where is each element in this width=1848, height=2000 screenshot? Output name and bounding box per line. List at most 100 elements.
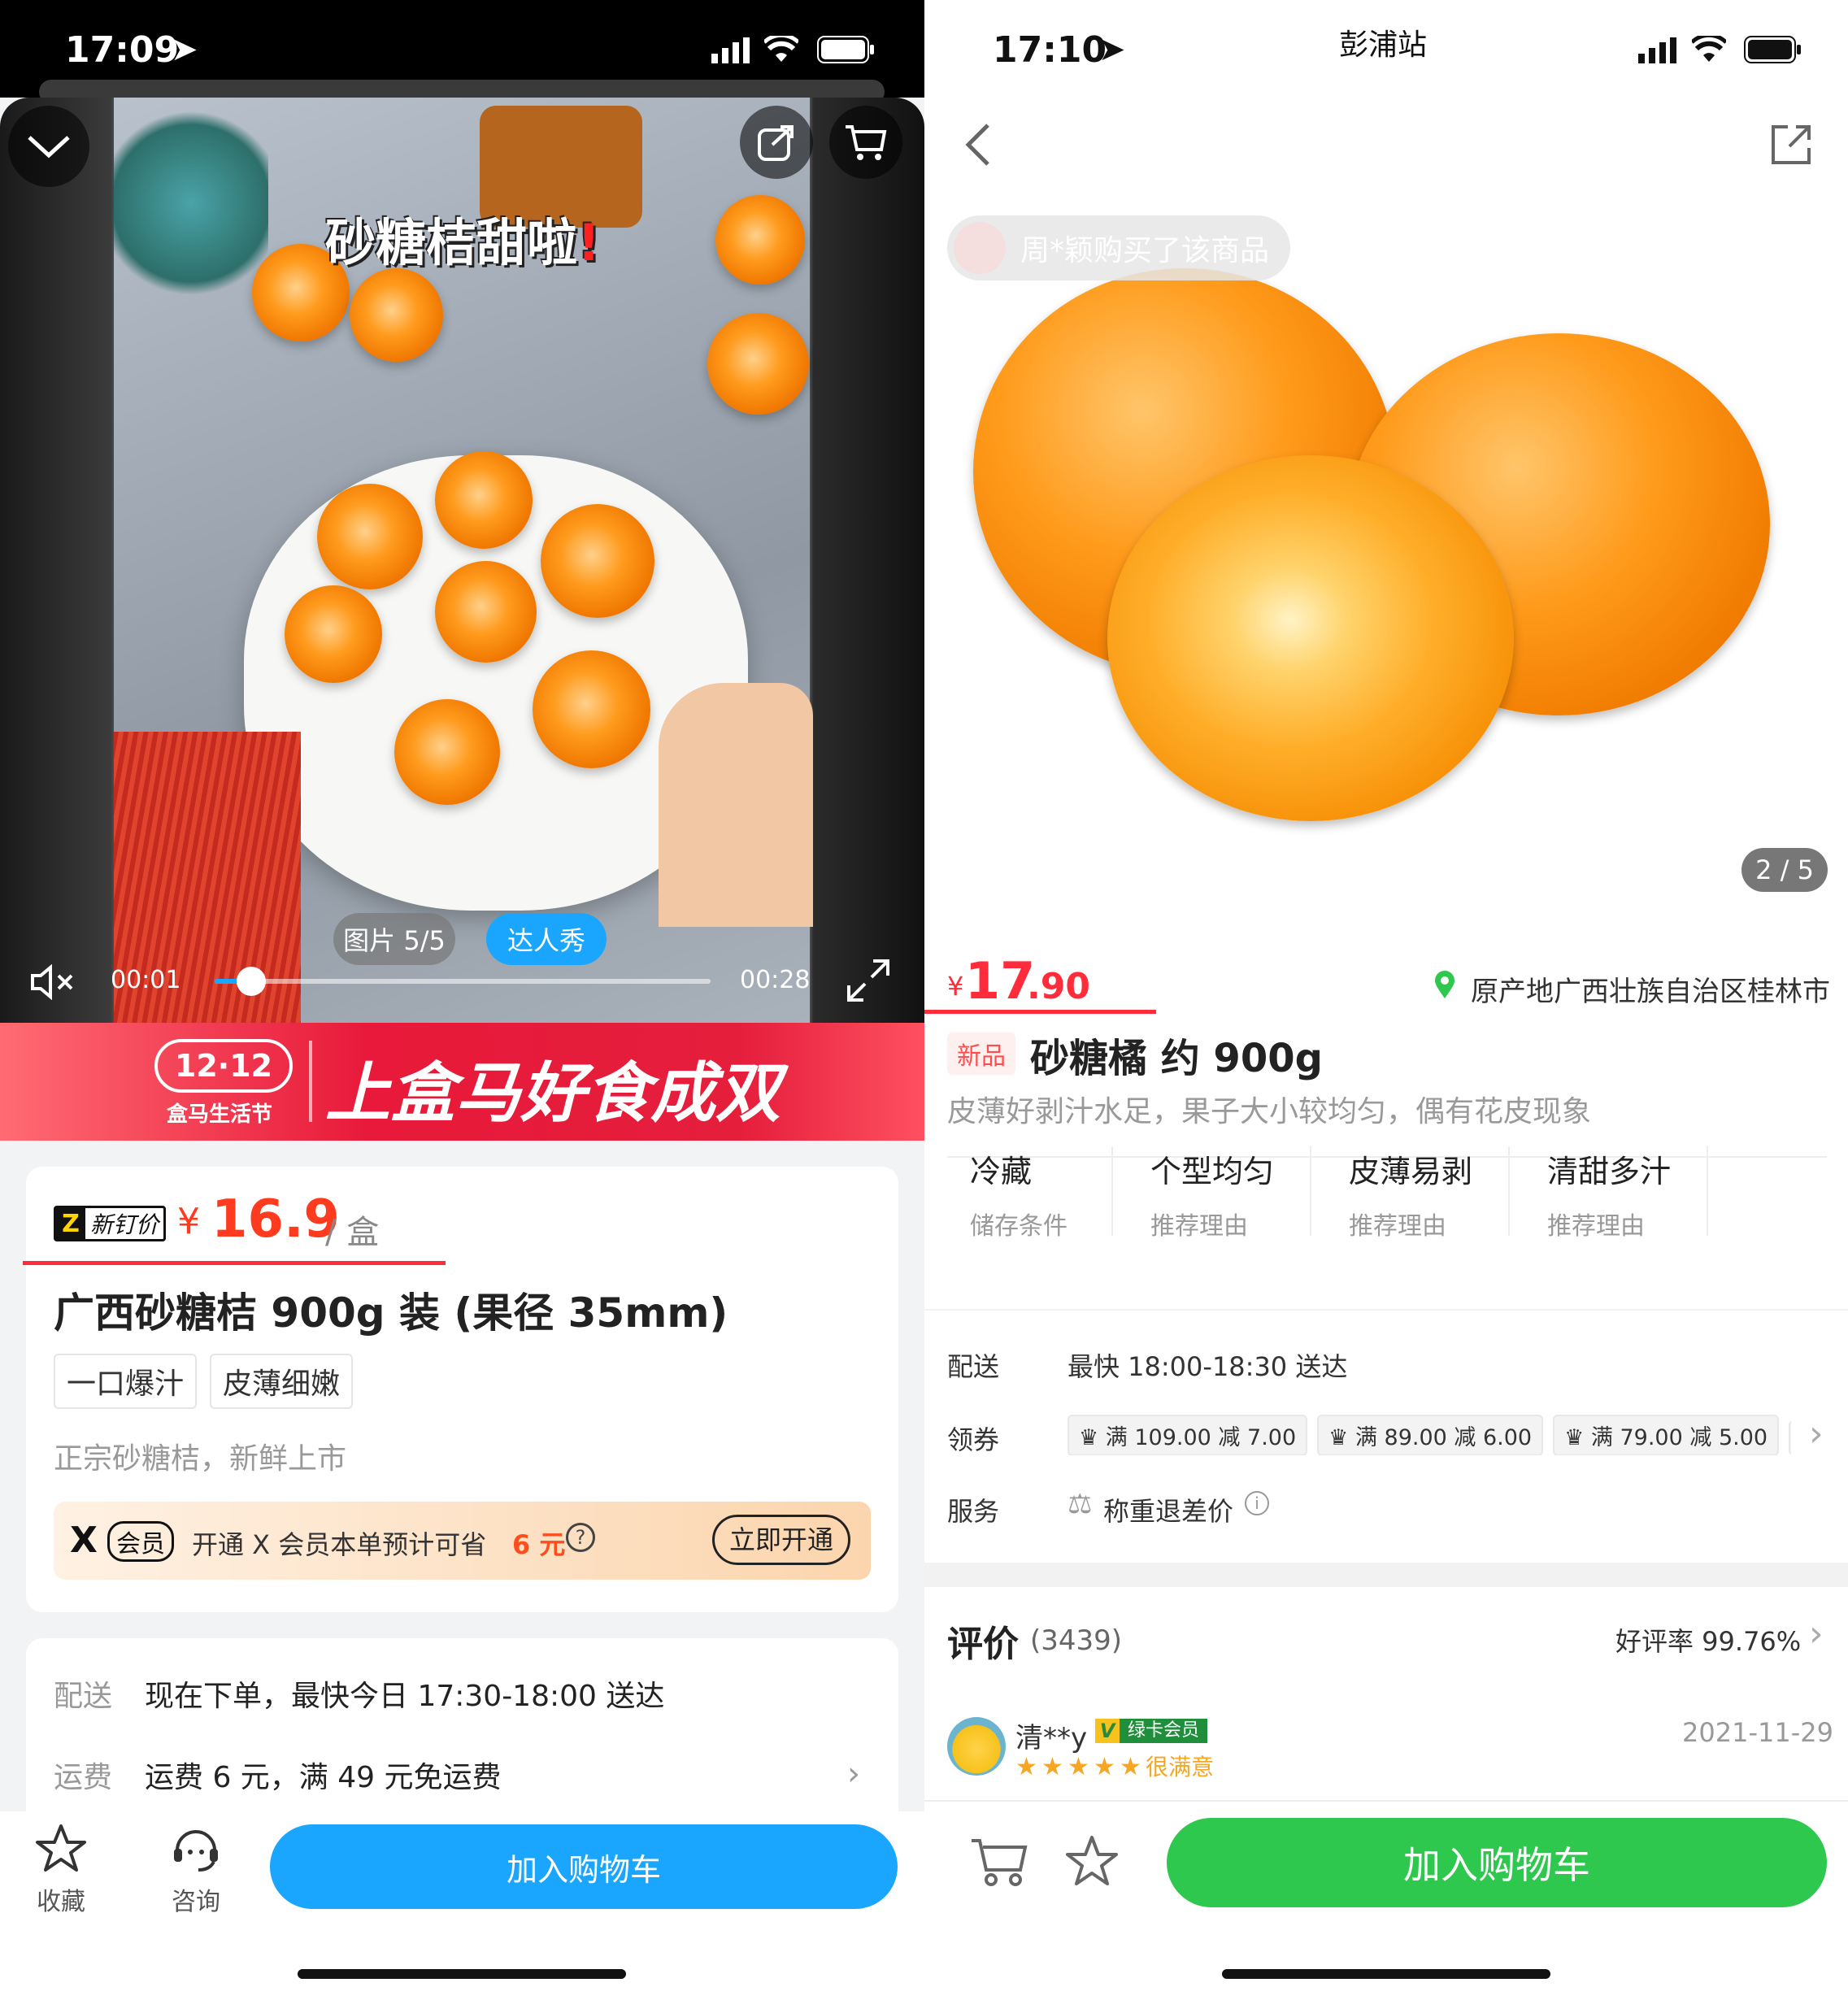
star-outline-icon bbox=[36, 1824, 86, 1872]
wifi-icon bbox=[1690, 33, 1728, 67]
reviews-card: 评价 (3439) 好评率 99.76% › 清**y V 绿卡会员 ★ ★ ★… bbox=[924, 1587, 1848, 1807]
favorite-label: 收藏 bbox=[37, 1888, 85, 1916]
cart-button[interactable] bbox=[829, 106, 902, 179]
good-rate[interactable]: 好评率 99.76% bbox=[1615, 1621, 1801, 1659]
back-icon[interactable] bbox=[963, 122, 993, 171]
price-int: 17 bbox=[965, 951, 1036, 1011]
right-screenshot: 17:10 ➤ 彭浦站 周*颖购买了该商品 2 / 5 ¥ 17 .90 原产地… bbox=[924, 0, 1848, 2000]
new-tag: 新品 bbox=[947, 1033, 1015, 1075]
video-overlay-title: 砂糖桔甜啦! bbox=[325, 213, 601, 272]
cart-icon[interactable] bbox=[970, 1834, 1028, 1891]
product-subtitle: 皮薄好剥汁水足，果子大小较均匀，偶有花皮现象 bbox=[947, 1095, 1592, 1128]
delivery-label: 配送 bbox=[54, 1680, 113, 1713]
star-icon: ★ bbox=[1041, 1753, 1063, 1781]
location-icon: ➤ bbox=[1098, 31, 1126, 68]
currency: ¥ bbox=[177, 1201, 200, 1242]
video-time-current: 00:01 bbox=[111, 966, 181, 994]
store-name[interactable]: 彭浦站 bbox=[1339, 21, 1427, 63]
wifi-icon bbox=[763, 33, 800, 67]
member-promo[interactable]: X 会员 开通 X 会员本单预计可省 6 元 ? 立即开通 bbox=[54, 1502, 871, 1580]
chevron-right-icon[interactable]: › bbox=[1809, 1613, 1824, 1654]
coupon[interactable]: ♛ bbox=[1789, 1420, 1791, 1455]
status-bar: 17:09 ➤ bbox=[0, 0, 924, 104]
video-time-total: 00:28 bbox=[740, 966, 811, 994]
chevron-right-icon[interactable]: › bbox=[1809, 1413, 1824, 1454]
delivery-label: 配送 bbox=[947, 1351, 1000, 1382]
fee-value[interactable]: 运费 6 元，满 49 元免运费 bbox=[145, 1754, 502, 1796]
product-subtitle: 正宗砂糖桔，新鲜上市 bbox=[54, 1442, 347, 1476]
add-to-cart-button[interactable]: 加入购物车 bbox=[270, 1824, 898, 1909]
coupon-list[interactable]: ♛ 满 109.00 减 7.00 ♛ 满 89.00 减 6.00 ♛ 满 79.… bbox=[1067, 1415, 1791, 1455]
chevron-right-icon[interactable]: › bbox=[847, 1755, 860, 1793]
help-icon[interactable]: ? bbox=[566, 1523, 595, 1552]
star-icon: ★ bbox=[1067, 1753, 1089, 1781]
favorite-button[interactable]: 收藏 bbox=[33, 1823, 89, 1917]
service-card: 配送 最快 18:00-18:30 送达 领券 ♛ 满 109.00 减 7.0… bbox=[924, 1311, 1848, 1563]
location-pin-icon bbox=[1433, 971, 1456, 1003]
festival-badge: 12·12 bbox=[154, 1039, 293, 1093]
signal-icon bbox=[711, 37, 750, 67]
coupon[interactable]: ♛ 满 89.00 减 6.00 bbox=[1317, 1415, 1544, 1455]
status-time: 17:10 bbox=[993, 29, 1107, 71]
info-icon[interactable]: i bbox=[1245, 1491, 1269, 1515]
reviews-count: (3439) bbox=[1030, 1624, 1123, 1657]
product-title: 广西砂糖桔 900g 装 (果径 35mm) bbox=[54, 1289, 728, 1337]
share-button[interactable] bbox=[740, 106, 813, 179]
member-save: 6 元 bbox=[512, 1529, 566, 1560]
delivery-value: 现在下单，最快今日 17:30-18:00 送达 bbox=[145, 1680, 665, 1713]
coupon[interactable]: ♛ 满 109.00 减 7.00 bbox=[1067, 1415, 1308, 1455]
product-title: 砂糖橘 约 900g bbox=[1030, 1036, 1323, 1081]
buyer-avatar bbox=[954, 222, 1006, 274]
avatar bbox=[947, 1717, 1006, 1776]
collapse-button[interactable] bbox=[8, 106, 89, 187]
festival-slogan: 上盒马好食成双 bbox=[325, 1055, 781, 1131]
scale-icon: ⚖ bbox=[1067, 1488, 1093, 1520]
delivery-value: 最快 18:00-18:30 送达 bbox=[1067, 1351, 1348, 1382]
consult-label: 咨询 bbox=[172, 1888, 220, 1916]
video-progress-track[interactable] bbox=[215, 979, 711, 984]
fullscreen-icon[interactable] bbox=[846, 958, 891, 1007]
banner-divider bbox=[309, 1041, 312, 1122]
video-progress-knob[interactable] bbox=[236, 967, 266, 996]
influencer-tab[interactable]: 达人秀 bbox=[486, 913, 607, 965]
cart-icon bbox=[846, 125, 887, 160]
open-member-button[interactable]: 立即开通 bbox=[712, 1515, 850, 1565]
x-member-icon: X bbox=[70, 1520, 98, 1561]
price-underline bbox=[23, 1261, 446, 1265]
divider bbox=[1508, 1146, 1510, 1236]
product-header: 17:10 ➤ 彭浦站 周*颖购买了该商品 2 / 5 bbox=[924, 0, 1848, 927]
divider bbox=[1310, 1146, 1311, 1236]
x-logo-icon: Z bbox=[56, 1208, 85, 1239]
location-icon: ➤ bbox=[171, 31, 198, 68]
product-info: ¥ 17 .90 原产地广西壮族自治区桂林市 新品 砂糖橘 约 900g 皮薄好… bbox=[924, 927, 1848, 1309]
product-tag: 皮薄细嫩 bbox=[210, 1354, 354, 1409]
signal-icon bbox=[1638, 37, 1677, 67]
share-icon[interactable] bbox=[1770, 124, 1812, 169]
battery-icon bbox=[1744, 36, 1802, 67]
member-text: 开通 X 会员本单预计可省 bbox=[192, 1529, 487, 1560]
image-counter-tab[interactable]: 图片 5/5 bbox=[333, 913, 455, 965]
consult-button[interactable]: 咨询 bbox=[167, 1823, 224, 1917]
vip-icon: V bbox=[1095, 1719, 1120, 1743]
add-to-cart-button[interactable]: 加入购物车 bbox=[1167, 1818, 1827, 1907]
tag-list: 一口爆汁 皮薄细嫩 bbox=[54, 1354, 366, 1409]
share-icon bbox=[758, 125, 794, 161]
coupon-label: 领券 bbox=[947, 1424, 1000, 1455]
service-label: 服务 bbox=[947, 1496, 1000, 1527]
buyer-notice: 周*颖购买了该商品 bbox=[947, 215, 1291, 280]
festival-badge-sub: 盒马生活节 bbox=[167, 1102, 273, 1127]
orange-cut-image bbox=[1107, 455, 1514, 821]
review-date: 2021-11-29 bbox=[1682, 1717, 1833, 1748]
member-badge: 会员 bbox=[107, 1521, 174, 1562]
star-outline-icon[interactable] bbox=[1064, 1834, 1120, 1891]
product-video[interactable]: 砂糖桔甜啦! 图片 5/5 达人秀 00:01 00:28 bbox=[0, 98, 924, 1023]
festival-banner[interactable]: 12·12 盒马生活节 上盒马好食成双 bbox=[0, 1023, 924, 1141]
member-badge: 绿卡会员 bbox=[1120, 1719, 1208, 1743]
coupon[interactable]: ♛ 满 79.00 减 5.00 bbox=[1553, 1415, 1780, 1455]
origin: 原产地广西壮族自治区桂林市 bbox=[1471, 976, 1830, 1008]
home-indicator bbox=[1222, 1969, 1550, 1979]
video-progress-fill bbox=[215, 979, 240, 984]
battery-icon bbox=[817, 36, 876, 67]
mute-icon[interactable] bbox=[29, 963, 75, 1003]
left-screenshot: 17:09 ➤ 砂糖桔甜啦! 图片 5/5 达人秀 00:01 00:28 12… bbox=[0, 0, 924, 2000]
